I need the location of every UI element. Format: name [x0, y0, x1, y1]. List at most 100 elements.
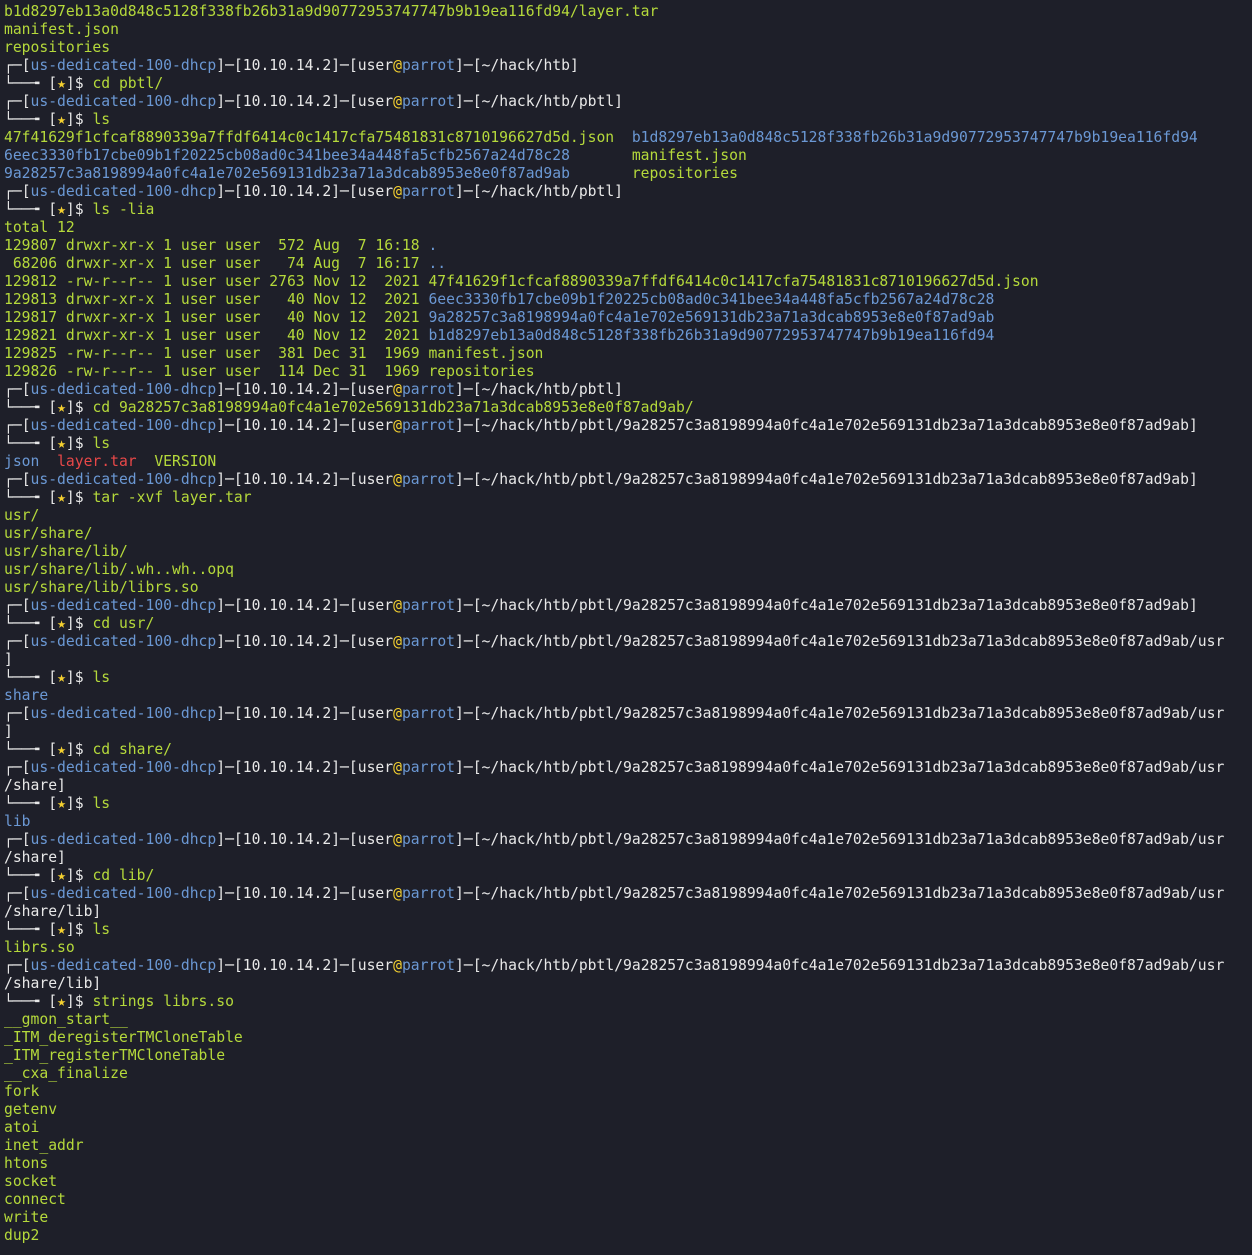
- output-line: 129817 drwxr-xr-x 1 user user 40 Nov 12 …: [4, 309, 1252, 327]
- prompt-frame: ┌─: [4, 597, 22, 614]
- output-line: usr/share/lib/librs.so: [4, 579, 1252, 597]
- output-line: socket: [4, 1173, 1252, 1191]
- command-line: └──╼ [★]$ ls -lia: [4, 201, 1252, 219]
- prompt-frame: ┌─: [4, 885, 22, 902]
- output-text: b1d8297eb13a0d848c5128f338fb26b31a9d9077…: [631, 129, 1198, 146]
- prompt-header: ┌─[us-dedicated-100-dhcp]─[10.10.14.2]─[…: [4, 183, 1252, 201]
- output-text: htons: [4, 1155, 49, 1172]
- prompt-bracket: ]─[: [216, 93, 243, 110]
- prompt-at: @: [393, 471, 402, 488]
- prompt-bracket: ]─[: [216, 885, 243, 902]
- star-icon: ★: [57, 399, 66, 416]
- prompt-user: user: [357, 183, 394, 200]
- prompt-path-wrap: /share/lib]: [4, 975, 1252, 993]
- prompt-user: user: [357, 831, 394, 848]
- prompt-frame: ┌─: [4, 759, 22, 776]
- prompt-bracket: ]─[: [331, 417, 358, 434]
- output-text: b1d8297eb13a0d848c5128f338fb26b31a9d9077…: [428, 327, 995, 344]
- prompt-bracket: [: [21, 885, 31, 902]
- output-text: 129807 drwxr-xr-x 1 user user 572 Aug 7 …: [4, 237, 429, 254]
- output-line: 129813 drwxr-xr-x 1 user user 40 Nov 12 …: [4, 291, 1252, 309]
- output-text: usr/share/lib/.wh..wh..opq: [4, 561, 234, 578]
- prompt-frame: ]$: [65, 741, 93, 758]
- output-line: usr/share/lib/: [4, 543, 1252, 561]
- output-line: 129812 -rw-r--r-- 1 user user 2763 Nov 1…: [4, 273, 1252, 291]
- prompt-header: ┌─[us-dedicated-100-dhcp]─[10.10.14.2]─[…: [4, 93, 1252, 111]
- output-text: manifest.json: [631, 147, 747, 164]
- command-line: └──╼ [★]$ tar -xvf layer.tar: [4, 489, 1252, 507]
- prompt-bracket: ]─[: [216, 831, 243, 848]
- terminal-window[interactable]: b1d8297eb13a0d848c5128f338fb26b31a9d9077…: [0, 0, 1252, 1255]
- output-text: 129821 drwxr-xr-x 1 user user 40 Nov 12 …: [4, 327, 429, 344]
- prompt-bracket: ]─[: [455, 417, 482, 434]
- prompt-header: ┌─[us-dedicated-100-dhcp]─[10.10.14.2]─[…: [4, 417, 1252, 435]
- command-line: └──╼ [★]$ ls: [4, 795, 1252, 813]
- prompt-bracket: ]─[: [455, 597, 482, 614]
- star-icon: ★: [57, 489, 66, 506]
- prompt-frame: ]$: [65, 489, 93, 506]
- prompt-path-wrap: ]: [4, 651, 1252, 669]
- command-text: ls: [92, 111, 111, 128]
- prompt-frame: ]$: [65, 615, 93, 632]
- prompt-bracket: ]─[: [455, 759, 482, 776]
- prompt-bracket: ]─[: [331, 183, 358, 200]
- prompt-bracket: [: [21, 417, 31, 434]
- output-text: _ITM_deregisterTMCloneTable: [4, 1029, 243, 1046]
- prompt-machine: parrot: [401, 831, 456, 848]
- output-text: 129817 drwxr-xr-x 1 user user 40 Nov 12 …: [4, 309, 429, 326]
- prompt-bracket: ]─[: [455, 381, 482, 398]
- command-text: cd share/: [92, 741, 173, 758]
- command-text: cd 9a28257c3a8198994a0fc4a1e702e569131db…: [92, 399, 694, 416]
- prompt-machine: parrot: [401, 597, 456, 614]
- prompt-frame: └──╼ [: [4, 795, 58, 812]
- output-text: 129826 -rw-r--r-- 1 user user 114 Dec 31…: [4, 363, 535, 380]
- prompt-ip: 10.10.14.2: [242, 597, 332, 614]
- prompt-frame: ]$: [65, 795, 93, 812]
- prompt-at: @: [393, 597, 402, 614]
- output-text: .: [428, 237, 438, 254]
- command-line: └──╼ [★]$ ls: [4, 669, 1252, 687]
- prompt-host: us-dedicated-100-dhcp: [30, 633, 217, 650]
- prompt-header: ┌─[us-dedicated-100-dhcp]─[10.10.14.2]─[…: [4, 885, 1252, 903]
- prompt-path: ~/hack/htb/pbtl/9a28257c3a8198994a0fc4a1…: [481, 633, 1225, 650]
- output-text: 129812 -rw-r--r-- 1 user user 2763 Nov 1…: [4, 273, 1039, 290]
- output-line: json layer.tar VERSION: [4, 453, 1252, 471]
- prompt-host: us-dedicated-100-dhcp: [30, 381, 217, 398]
- output-text: ..: [428, 255, 447, 272]
- prompt-bracket: ]─[: [331, 885, 358, 902]
- output-line: 129826 -rw-r--r-- 1 user user 114 Dec 31…: [4, 363, 1252, 381]
- star-icon: ★: [57, 993, 66, 1010]
- output-text: repositories: [4, 39, 111, 56]
- prompt-machine: parrot: [401, 417, 456, 434]
- prompt-at: @: [393, 831, 402, 848]
- prompt-header: ┌─[us-dedicated-100-dhcp]─[10.10.14.2]─[…: [4, 633, 1252, 651]
- prompt-bracket: ]─[: [455, 183, 482, 200]
- prompt-bracket: ]─[: [216, 183, 243, 200]
- prompt-ip: 10.10.14.2: [242, 471, 332, 488]
- output-text: usr/share/lib/librs.so: [4, 579, 199, 596]
- output-line: fork: [4, 1083, 1252, 1101]
- output-text: usr/share/lib/: [4, 543, 128, 560]
- prompt-frame: └──╼ [: [4, 75, 58, 92]
- prompt-user: user: [357, 417, 394, 434]
- prompt-frame: ]$: [65, 399, 93, 416]
- prompt-user: user: [357, 381, 394, 398]
- prompt-ip: 10.10.14.2: [242, 705, 332, 722]
- output-text: 6eec3330fb17cbe09b1f20225cb08ad0c341bee3…: [4, 147, 632, 164]
- prompt-bracket: ]─[: [216, 57, 243, 74]
- prompt-machine: parrot: [401, 381, 456, 398]
- prompt-machine: parrot: [401, 633, 456, 650]
- prompt-bracket: ]─[: [216, 381, 243, 398]
- output-line: _ITM_registerTMCloneTable: [4, 1047, 1252, 1065]
- output-text: __gmon_start__: [4, 1011, 128, 1028]
- output-line: atoi: [4, 1119, 1252, 1137]
- prompt-bracket: ]─[: [216, 471, 243, 488]
- output-text: manifest.json: [4, 21, 119, 38]
- output-line: lib: [4, 813, 1252, 831]
- output-text: getenv: [4, 1101, 58, 1118]
- prompt-header: ┌─[us-dedicated-100-dhcp]─[10.10.14.2]─[…: [4, 705, 1252, 723]
- command-text: ls -lia: [92, 201, 155, 218]
- star-icon: ★: [57, 615, 66, 632]
- prompt-bracket: ]─[: [331, 957, 358, 974]
- output-text: VERSION: [136, 453, 217, 470]
